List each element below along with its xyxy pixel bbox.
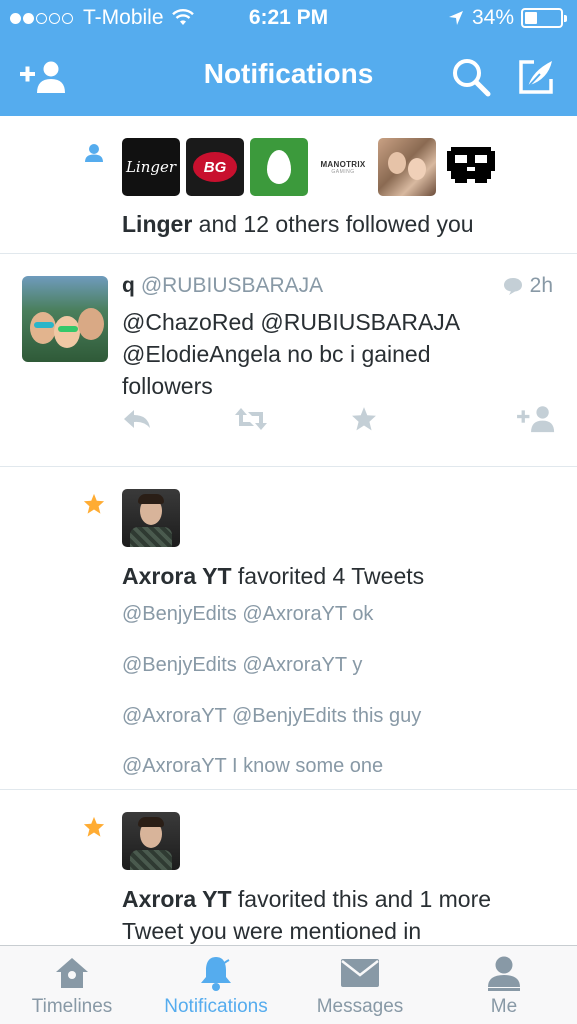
favorite-text: favorited this and 1 more — [231, 886, 492, 912]
avatar-badge: BG — [193, 152, 237, 182]
search-button[interactable] — [448, 56, 494, 98]
battery-percent: 34% — [471, 6, 514, 29]
favorited-tweet[interactable]: @BenjyEdits @AxroraYT y — [122, 654, 362, 677]
person-icon — [85, 144, 103, 162]
star-icon — [83, 493, 105, 514]
avatar-face — [54, 316, 80, 348]
tab-timelines[interactable]: Timelines — [0, 946, 144, 1024]
app-header: T-Mobile 6:21 PM 34% Notifications — [0, 0, 577, 116]
axrora-avatar[interactable] — [122, 489, 180, 547]
follow-summary: Linger and 12 others followed you — [122, 211, 474, 238]
retweet-button[interactable] — [234, 404, 268, 434]
favorited-tweet[interactable]: @AxroraYT I know some one — [122, 755, 383, 778]
avatar-photo[interactable] — [378, 138, 436, 196]
tab-icon — [288, 954, 432, 992]
favorite-text: favorited 4 Tweets — [231, 563, 425, 589]
reply-button[interactable] — [120, 404, 154, 434]
favorite-notification[interactable]: Axrora YT favorited 4 Tweets @BenjyEdits… — [0, 467, 577, 790]
favorite-summary-line2: Tweet you were mentioned in — [122, 918, 422, 944]
notifications-feed[interactable]: Linger BG MANOTRIX GAMING Linger and 12 … — [0, 116, 577, 945]
retweet-icon — [235, 408, 267, 430]
tweet-text-line: @ChazoRed @RUBIUSBARAJA — [122, 309, 461, 335]
tweet-time: 2h — [502, 274, 553, 298]
avatar-label: Linger — [125, 158, 177, 176]
compose-icon — [519, 60, 553, 94]
tab-notifications[interactable]: Notifications — [144, 946, 288, 1024]
favorite-summary: Axrora YT favorited this and 1 more — [122, 886, 491, 913]
status-right: 34% — [448, 6, 567, 30]
favorite-icon — [352, 407, 376, 431]
tab-messages[interactable]: Messages — [288, 946, 432, 1024]
battery-level — [525, 12, 537, 24]
tweet-author-avatar[interactable] — [22, 276, 108, 362]
follow-notification[interactable]: Linger BG MANOTRIX GAMING Linger and 12 … — [0, 116, 577, 254]
nav-bar: Notifications — [0, 38, 577, 116]
tab-me[interactable]: Me — [432, 946, 576, 1024]
tweet-timestamp: 2h — [529, 274, 553, 297]
pixel-mask-icon — [447, 147, 495, 183]
avatar-sublabel: GAMING — [331, 168, 355, 175]
avatar-sunglasses — [34, 322, 54, 328]
status-bar: T-Mobile 6:21 PM 34% — [0, 0, 577, 38]
compose-button[interactable] — [513, 56, 559, 98]
search-icon — [453, 59, 491, 97]
conversation-icon — [503, 278, 522, 295]
bell-icon — [201, 957, 231, 991]
favorited-tweet[interactable]: @BenjyEdits @AxroraYT ok — [122, 603, 373, 626]
tab-icon — [0, 954, 144, 992]
actor-name[interactable]: Linger — [122, 211, 192, 237]
tweet-author-name[interactable]: q — [122, 274, 135, 297]
axrora-avatar[interactable] — [122, 812, 180, 870]
avatar-label: MANOTRIX — [320, 159, 366, 169]
avatar-bg[interactable]: BG — [186, 138, 244, 196]
follow-text: and 12 others followed you — [192, 211, 474, 237]
avatar-label: BG — [203, 158, 227, 176]
mention-tweet[interactable]: q @RUBIUSBARAJA 2h @ChazoRed @RUBIUSBARAJ… — [0, 254, 577, 467]
star-icon — [83, 816, 105, 837]
follower-avatars: Linger BG MANOTRIX GAMING — [122, 138, 506, 196]
avatar-face — [30, 312, 56, 344]
avatar-face — [408, 158, 426, 180]
tab-bar: Timelines Notifications Messages Me — [0, 945, 577, 1024]
avatar-egg[interactable] — [250, 138, 308, 196]
avatar-hair — [138, 817, 164, 827]
tab-label: Messages — [316, 996, 404, 1017]
envelope-icon — [341, 959, 379, 987]
battery-cap — [564, 15, 567, 22]
tab-label: Me — [490, 996, 518, 1017]
tweet-text-line: followers — [122, 373, 213, 399]
tab-icon — [432, 954, 576, 992]
avatar-shirt — [130, 527, 172, 547]
actor-name[interactable]: Axrora YT — [122, 886, 232, 912]
favorited-tweet[interactable]: @AxroraYT @BenjyEdits this guy — [122, 705, 421, 728]
favorite-button[interactable] — [347, 404, 381, 434]
battery-icon — [521, 8, 567, 28]
avatar-manotrix[interactable]: MANOTRIX GAMING — [314, 138, 372, 196]
reply-icon — [124, 410, 150, 428]
favorite-summary: Axrora YT favorited 4 Tweets — [122, 563, 424, 590]
avatar-face — [388, 152, 406, 174]
tweet-author-handle[interactable]: @RUBIUSBARAJA — [141, 274, 323, 297]
tab-label: Notifications — [164, 996, 268, 1017]
follow-icon — [517, 406, 555, 433]
avatar-linger[interactable]: Linger — [122, 138, 180, 196]
avatar-hair — [138, 494, 164, 504]
avatar-face — [78, 308, 104, 340]
avatar-pixel-mask[interactable] — [442, 138, 500, 196]
home-icon — [56, 958, 88, 988]
tab-label: Timelines — [31, 996, 113, 1017]
avatar-sunglasses — [58, 326, 78, 332]
egg-icon — [267, 150, 291, 184]
tab-icon — [144, 954, 288, 992]
profile-icon — [488, 956, 520, 991]
location-arrow-icon — [448, 11, 463, 25]
tweet-header: q @RUBIUSBARAJA — [122, 274, 323, 298]
follow-button[interactable] — [516, 404, 556, 434]
tweet-text: @ChazoRed @RUBIUSBARAJA @ElodieAngela no… — [122, 306, 552, 402]
avatar-shirt — [130, 850, 172, 870]
tweet-text-line: @ElodieAngela no bc i gained — [122, 341, 431, 367]
favorite-notification[interactable]: Axrora YT favorited this and 1 more Twee… — [0, 790, 577, 945]
actor-name[interactable]: Axrora YT — [122, 563, 232, 589]
